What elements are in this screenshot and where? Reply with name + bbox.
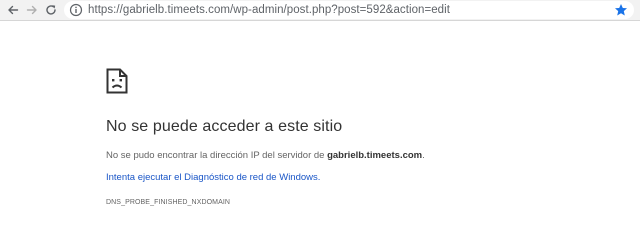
url-text[interactable]: https://gabrielb.timeets.com/wp-admin/po… (88, 2, 450, 18)
error-description: No se pudo encontrar la dirección IP del… (106, 150, 425, 161)
server-domain: gabrielb.timeets.com (327, 150, 423, 161)
network-diagnostics-link[interactable]: Intenta ejecutar el Diagnóstico de red d… (106, 172, 320, 183)
error-description-prefix: No se pudo encontrar la dirección IP del… (106, 150, 328, 161)
error-description-suffix: . (422, 150, 425, 161)
reload-icon (46, 5, 56, 15)
back-button[interactable] (4, 1, 22, 19)
back-arrow-icon (8, 5, 19, 15)
browser-toolbar: https://gabrielb.timeets.com/wp-admin/po… (0, 0, 640, 21)
forward-button[interactable] (23, 1, 41, 19)
sad-page-icon (106, 68, 128, 94)
error-title: No se puede acceder a este sitio (106, 118, 343, 135)
star-icon[interactable] (614, 3, 628, 17)
error-code: DNS_PROBE_FINISHED_NXDOMAIN (106, 199, 231, 206)
info-icon[interactable] (69, 3, 83, 17)
forward-arrow-icon (26, 5, 37, 15)
reload-button[interactable] (42, 1, 60, 19)
address-bar[interactable]: https://gabrielb.timeets.com/wp-admin/po… (64, 1, 634, 19)
